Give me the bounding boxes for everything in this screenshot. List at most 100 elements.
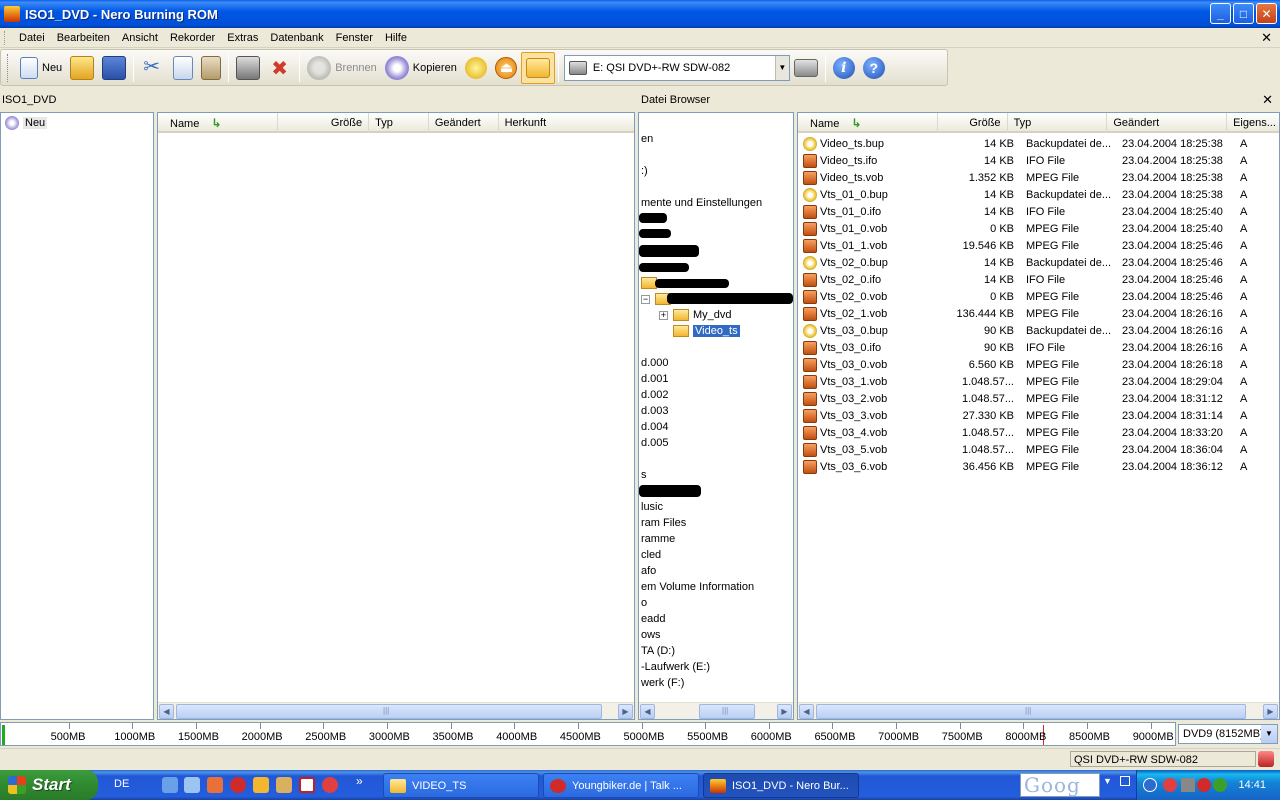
tree-item[interactable]: d.002: [641, 387, 669, 403]
scroll-right-arrow[interactable]: ▶: [1263, 704, 1278, 719]
file-row[interactable]: Vts_03_0.ifo 90 KB IFO File 23.04.2004 18:2…: [798, 339, 1276, 356]
expand-icon[interactable]: +: [659, 310, 668, 320]
column-modified[interactable]: Geändert: [1107, 113, 1228, 133]
save-button[interactable]: [98, 52, 130, 84]
google-search-box[interactable]: Goog: [1020, 773, 1100, 797]
file-row[interactable]: Vts_03_4.vob 1.048.57... MPEG File 23.04.20…: [798, 424, 1276, 441]
menu-bearbeiten[interactable]: Bearbeiten: [51, 29, 116, 47]
tree-item[interactable]: ram Files: [641, 515, 686, 531]
compilation-tree[interactable]: Neu: [0, 112, 154, 720]
copy-button[interactable]: [169, 52, 197, 84]
scroll-thumb[interactable]: |||: [816, 704, 1246, 719]
search-options-icon[interactable]: [1120, 776, 1130, 786]
compilation-file-list[interactable]: Name ↳ Größe Typ Geändert Herkunft ◀ ||| …: [157, 112, 635, 720]
scroll-right-arrow[interactable]: ▶: [618, 704, 633, 719]
scroll-left-arrow[interactable]: ◀: [159, 704, 174, 719]
tree-node-my-dvd[interactable]: + My_dvd: [659, 307, 732, 323]
file-row[interactable]: Vts_01_0.bup 14 KB Backupdatei de... 23.04.…: [798, 186, 1276, 203]
tree-horizontal-scrollbar[interactable]: ◀ ||| ▶: [639, 702, 793, 719]
tree-item[interactable]: mente und Einstellungen: [641, 195, 762, 211]
disc-info-button[interactable]: [461, 52, 491, 84]
choose-recorder-button[interactable]: [790, 52, 822, 84]
tree-node-video-ts[interactable]: Video_ts: [673, 323, 740, 339]
tree-item[interactable]: o: [641, 595, 647, 611]
quick-launch-ship-icon[interactable]: [276, 777, 292, 793]
chevron-down-icon[interactable]: ▼: [774, 55, 789, 80]
menu-datenbank[interactable]: Datenbank: [264, 29, 329, 47]
browser-horizontal-scrollbar[interactable]: ◀ ||| ▶: [798, 702, 1279, 719]
quick-launch-app-icon[interactable]: [207, 777, 223, 793]
file-row[interactable]: Video_ts.bup 14 KB Backupdatei de... 23.04.…: [798, 135, 1276, 152]
tree-item[interactable]: d.001: [641, 371, 669, 387]
tree-item[interactable]: en: [641, 131, 653, 147]
maximize-button[interactable]: □: [1233, 3, 1254, 24]
menu-grip[interactable]: [4, 30, 7, 45]
tree-item[interactable]: werk (F:): [641, 675, 684, 691]
tree-item[interactable]: -Laufwerk (E:): [641, 659, 710, 675]
cut-button[interactable]: [137, 52, 169, 84]
tree-item[interactable]: d.000: [641, 355, 669, 371]
tray-network-icon[interactable]: [1181, 778, 1195, 792]
nero-app-icon[interactable]: [4, 6, 20, 22]
file-row[interactable]: Vts_03_3.vob 27.330 KB MPEG File 23.04.2004…: [798, 407, 1276, 424]
tree-item[interactable]: d.003: [641, 403, 669, 419]
file-browser-close-button[interactable]: ✕: [1262, 89, 1273, 111]
task-button-video-ts[interactable]: VIDEO_TS: [383, 773, 539, 798]
menu-hilfe[interactable]: Hilfe: [379, 29, 413, 47]
eject-button[interactable]: [491, 52, 521, 84]
column-name[interactable]: Name ↳: [158, 113, 278, 133]
menu-datei[interactable]: Datei: [13, 29, 51, 47]
tree-node-root[interactable]: Neu: [5, 115, 48, 131]
file-row[interactable]: Vts_03_2.vob 1.048.57... MPEG File 23.04.20…: [798, 390, 1276, 407]
menu-rekorder[interactable]: Rekorder: [164, 29, 221, 47]
file-row[interactable]: Vts_02_0.vob 0 KB MPEG File 23.04.2004 18:2…: [798, 288, 1276, 305]
file-row[interactable]: Vts_03_0.bup 90 KB Backupdatei de... 23.04.…: [798, 322, 1276, 339]
tree-item[interactable]: ows: [641, 627, 661, 643]
file-row[interactable]: Vts_03_1.vob 1.048.57... MPEG File 23.04.20…: [798, 373, 1276, 390]
language-indicator[interactable]: DE: [114, 778, 129, 790]
chevron-down-icon[interactable]: ▼: [1261, 725, 1277, 743]
column-modified[interactable]: Geändert: [429, 113, 499, 133]
erase-disc-button[interactable]: [264, 52, 296, 84]
tree-item[interactable]: em Volume Information: [641, 579, 754, 595]
column-attributes[interactable]: Eigens...: [1227, 113, 1279, 133]
column-name[interactable]: Name ↳: [798, 113, 938, 133]
new-button[interactable]: Neu: [16, 52, 66, 84]
task-button-youngbiker[interactable]: Youngbiker.de | Talk ...: [543, 773, 699, 798]
tree-item[interactable]: s: [641, 467, 647, 483]
help-button[interactable]: i: [829, 52, 859, 84]
file-row[interactable]: Video_ts.vob 1.352 KB MPEG File 23.04.2004 …: [798, 169, 1276, 186]
open-button[interactable]: [66, 52, 98, 84]
column-size[interactable]: Größe: [278, 113, 370, 133]
quick-launch-tools-icon[interactable]: [253, 777, 269, 793]
task-button-nero[interactable]: ISO1_DVD - Nero Bur...: [703, 773, 859, 798]
close-button[interactable]: ✕: [1256, 3, 1277, 24]
quick-launch-opera-icon[interactable]: [230, 777, 246, 793]
burn-button[interactable]: Brennen: [303, 52, 381, 84]
compilation-horizontal-scrollbar[interactable]: ◀ ||| ▶: [158, 702, 634, 719]
quick-launch-browser-icon[interactable]: [322, 777, 338, 793]
scroll-left-arrow[interactable]: ◀: [799, 704, 814, 719]
file-browser-toggle[interactable]: [520, 51, 555, 84]
browser-folder-tree[interactable]: en :) mente und Einstellungen − + My_dvd …: [638, 112, 794, 720]
scroll-right-arrow[interactable]: ▶: [777, 704, 792, 719]
copy-disc-button[interactable]: Kopieren: [381, 52, 461, 84]
tree-item[interactable]: d.005: [641, 435, 669, 451]
menu-ansicht[interactable]: Ansicht: [116, 29, 164, 47]
clock[interactable]: 14:41: [1238, 779, 1266, 791]
collapse-icon[interactable]: −: [641, 294, 650, 304]
file-row[interactable]: Vts_02_1.vob 136.444 KB MPEG File 23.04.200…: [798, 305, 1276, 322]
tree-item[interactable]: lusic: [641, 499, 663, 515]
tray-status-icon[interactable]: [1213, 778, 1227, 792]
search-dropdown-icon[interactable]: ▼: [1103, 776, 1112, 786]
tree-item[interactable]: ramme: [641, 531, 675, 547]
tree-item[interactable]: d.004: [641, 419, 669, 435]
file-row[interactable]: Vts_01_1.vob 19.546 KB MPEG File 23.04.2004…: [798, 237, 1276, 254]
column-origin[interactable]: Herkunft: [499, 113, 634, 133]
scroll-left-arrow[interactable]: ◀: [640, 704, 655, 719]
quick-launch-ie-icon[interactable]: [162, 777, 178, 793]
tree-item[interactable]: eadd: [641, 611, 665, 627]
column-type[interactable]: Typ: [369, 113, 429, 133]
file-row[interactable]: Video_ts.ifo 14 KB IFO File 23.04.2004 18:2…: [798, 152, 1276, 169]
tree-item[interactable]: cled: [641, 547, 661, 563]
